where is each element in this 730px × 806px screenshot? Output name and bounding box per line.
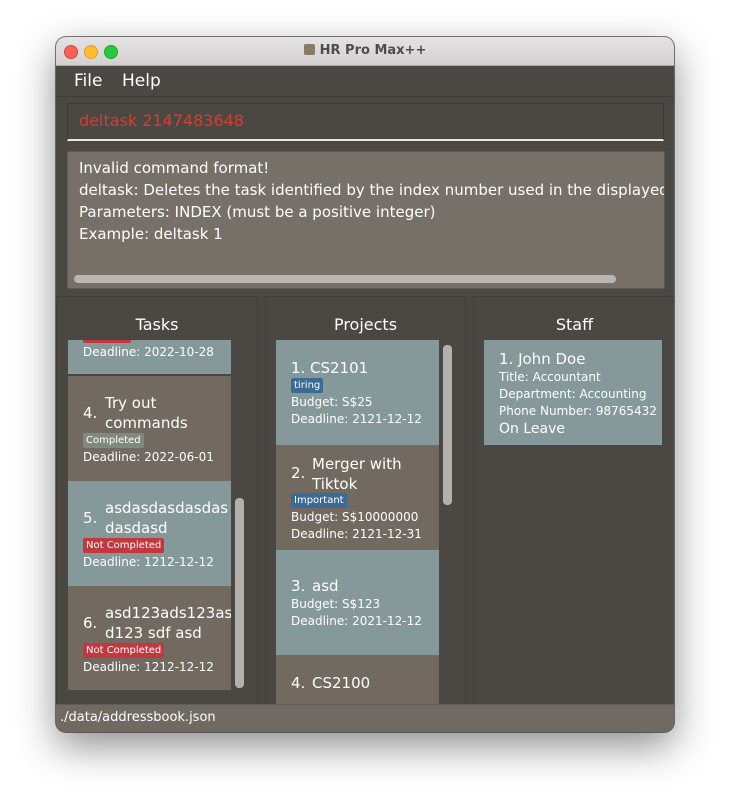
project-budget: Budget: S$123 bbox=[291, 597, 381, 611]
result-line-4: Example: deltask 1 bbox=[79, 225, 223, 243]
task-status-tag: Not Completed bbox=[83, 538, 165, 553]
project-name: Merger with Tiktok bbox=[312, 455, 402, 493]
tasks-panel-title: Tasks bbox=[135, 315, 179, 334]
command-input[interactable]: deltask 2147483648 bbox=[67, 103, 664, 141]
task-index: 6. bbox=[83, 614, 98, 632]
task-list: Deadline: 2022-10-28 4. Try out commands… bbox=[68, 340, 256, 690]
task-card[interactable]: 4. Try out commands Completed Deadline: … bbox=[68, 376, 231, 481]
project-deadline: Deadline: 2121-12-31 bbox=[291, 527, 422, 541]
result-horizontal-scrollbar[interactable] bbox=[74, 275, 616, 283]
title-bar: HR Pro Max++ bbox=[56, 37, 674, 66]
project-card[interactable]: 2. Merger with Tiktok Important Budget: … bbox=[276, 445, 439, 550]
task-deadline: Deadline: 2022-06-01 bbox=[83, 450, 214, 464]
staff-phone: Phone Number: 98765432 bbox=[499, 404, 657, 418]
menu-bar: File Help bbox=[56, 66, 674, 97]
project-index: 4. bbox=[291, 674, 306, 692]
app-window: HR Pro Max++ File Help deltask 214748364… bbox=[56, 37, 674, 732]
tasks-panel: Tasks Deadline: 2022-10-28 4. Try out co… bbox=[56, 296, 258, 706]
staff-panel: Staff 1. John Doe Title: Accountant Depa… bbox=[473, 296, 674, 706]
command-input-text: deltask 2147483648 bbox=[79, 111, 245, 130]
status-file-path: ./data/addressbook.json bbox=[60, 710, 216, 725]
staff-card[interactable]: 1. John Doe Title: Accountant Department… bbox=[484, 340, 662, 445]
task-name: asdasdasdasdas dasdasd bbox=[105, 499, 229, 537]
staff-title: Title: Accountant bbox=[499, 370, 601, 384]
task-deadline: Deadline: 1212-12-12 bbox=[83, 555, 214, 569]
task-list-scrollbar[interactable] bbox=[235, 498, 244, 688]
window-title: HR Pro Max++ bbox=[56, 43, 674, 58]
task-index: 5. bbox=[83, 509, 98, 527]
project-deadline: Deadline: 2021-12-12 bbox=[291, 614, 422, 628]
project-card[interactable]: 4. CS2100 bbox=[276, 655, 439, 705]
project-deadline: Deadline: 2121-12-12 bbox=[291, 412, 422, 426]
window-title-text: HR Pro Max++ bbox=[319, 43, 427, 58]
task-card[interactable]: 6. asd123ads123as d123 sdf asd sdf Not C… bbox=[68, 586, 231, 690]
staff-panel-title: Staff bbox=[555, 315, 594, 334]
project-name: CS2100 bbox=[312, 674, 371, 692]
project-index: 3. bbox=[291, 577, 306, 595]
project-list-scrollbar[interactable] bbox=[443, 345, 452, 505]
result-line-2: deltask: Deletes the task identified by … bbox=[79, 181, 665, 199]
project-budget: Budget: S$10000000 bbox=[291, 510, 419, 524]
task-status-tag bbox=[83, 340, 131, 343]
project-tag: tiring bbox=[291, 378, 324, 393]
result-line-3: Parameters: INDEX (must be a positive in… bbox=[79, 203, 436, 221]
projects-panel: Projects 1. CS2101 tiring Budget: S$25 D… bbox=[265, 296, 466, 706]
project-index: 2. bbox=[291, 464, 306, 482]
project-card[interactable]: 3. asd Budget: S$123 Deadline: 2021-12-1… bbox=[276, 550, 439, 655]
result-line-1: Invalid command format! bbox=[79, 159, 270, 177]
staff-department: Department: Accounting bbox=[499, 387, 647, 401]
app-icon bbox=[303, 44, 315, 55]
menu-help[interactable]: Help bbox=[122, 71, 161, 91]
task-status-tag: Completed bbox=[83, 433, 144, 448]
task-index: 4. bbox=[83, 404, 98, 422]
project-index: 1. bbox=[291, 359, 306, 377]
task-status-tag: Not Completed bbox=[83, 643, 165, 658]
staff-name: 1. John Doe bbox=[499, 350, 586, 368]
task-card[interactable]: Deadline: 2022-10-28 bbox=[68, 340, 231, 374]
task-deadline: Deadline: 1212-12-12 bbox=[83, 660, 214, 674]
project-name: CS2101 bbox=[310, 359, 369, 377]
project-card[interactable]: 1. CS2101 tiring Budget: S$25 Deadline: … bbox=[276, 340, 439, 445]
task-deadline: Deadline: 2022-10-28 bbox=[83, 345, 214, 359]
project-budget: Budget: S$25 bbox=[291, 395, 373, 409]
task-name: Try out commands bbox=[105, 394, 188, 432]
staff-leave-status: On Leave bbox=[499, 421, 565, 437]
project-list: 1. CS2101 tiring Budget: S$25 Deadline: … bbox=[276, 340, 464, 705]
task-card[interactable]: 5. asdasdasdasdas dasdasd Not Completed … bbox=[68, 481, 231, 586]
projects-panel-title: Projects bbox=[333, 315, 398, 334]
project-tag: Important bbox=[291, 493, 347, 508]
status-bar: ./data/addressbook.json bbox=[56, 704, 674, 732]
project-name: asd bbox=[312, 577, 339, 595]
result-display: Invalid command format! deltask: Deletes… bbox=[67, 151, 665, 289]
staff-list: 1. John Doe Title: Accountant Department… bbox=[484, 340, 664, 450]
menu-file[interactable]: File bbox=[74, 71, 102, 91]
